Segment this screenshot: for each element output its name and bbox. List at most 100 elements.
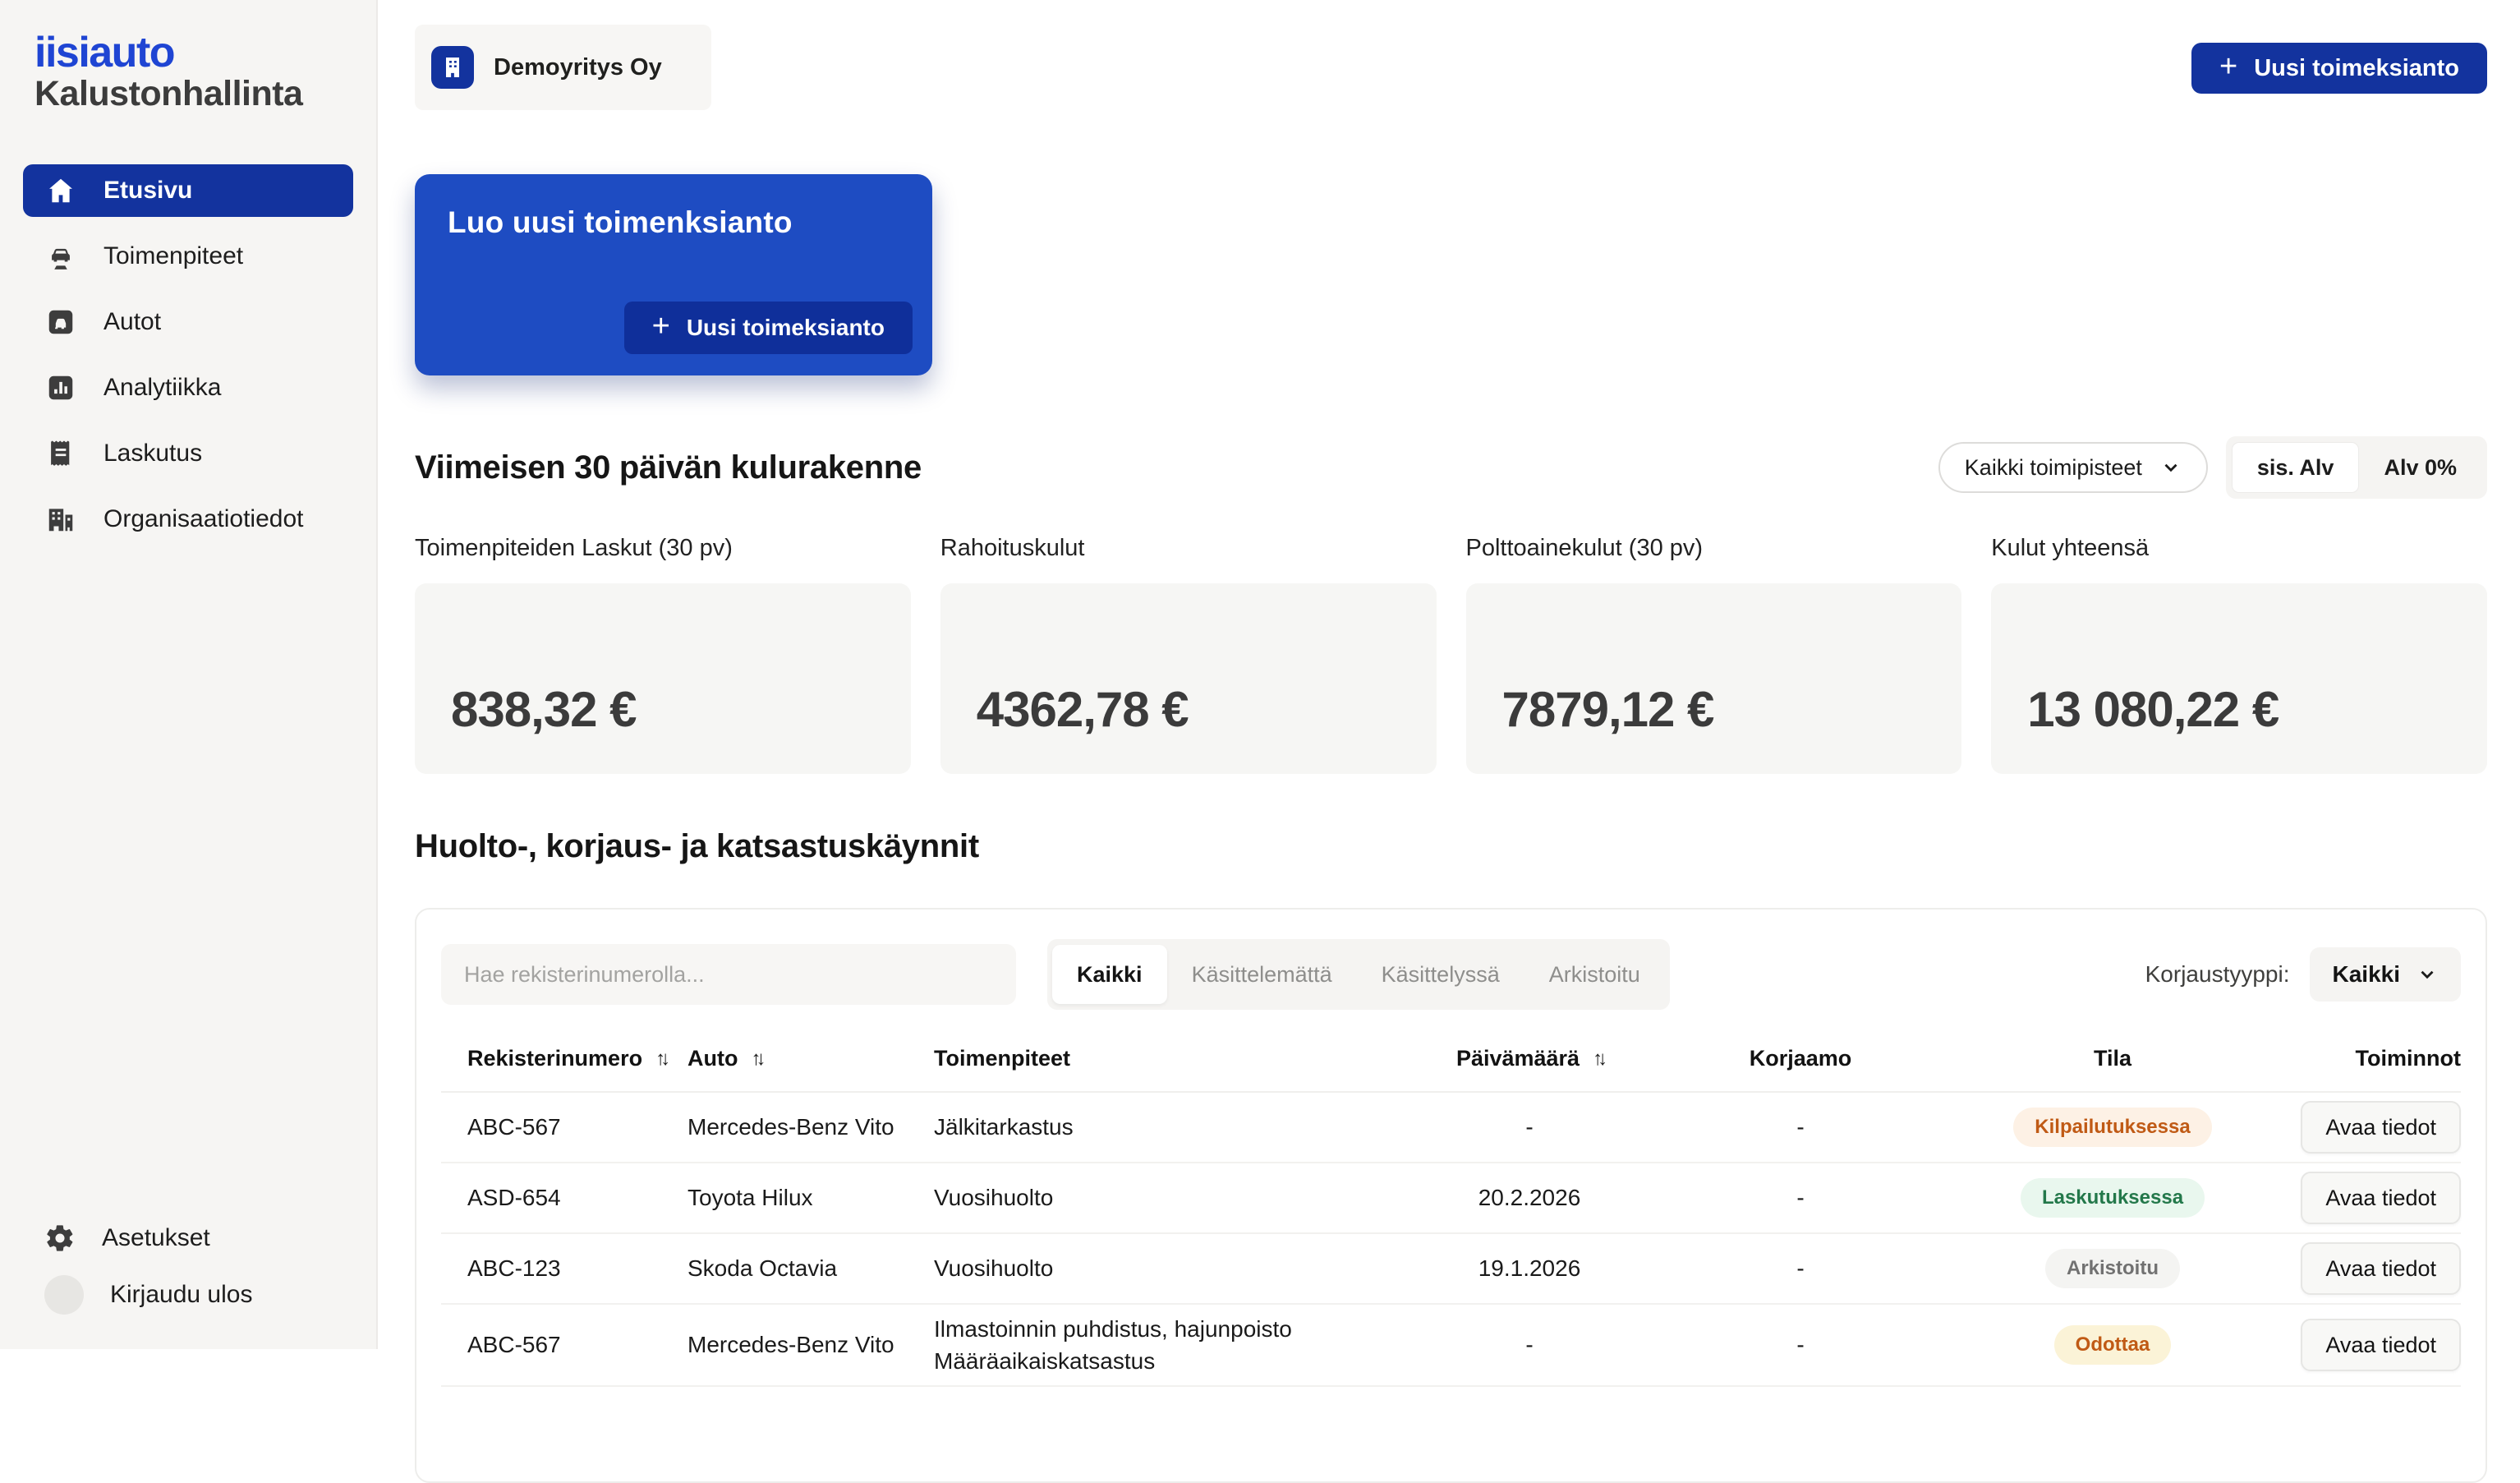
open-details-button[interactable]: Avaa tiedot [2301,1319,2461,1371]
plus-icon: + [652,311,670,342]
sidebar-item-label: Etusivu [103,177,192,205]
topbar: Demoyritys Oy + Uusi toimeksianto [415,25,2487,110]
open-details-button[interactable]: Avaa tiedot [2301,1242,2461,1295]
table-row: ABC-567 Mercedes-Benz Vito Ilmastoinnin … [441,1305,2461,1387]
sidebar-item-etusivu[interactable]: Etusivu [23,164,353,217]
status-badge: Arkistoitu [2045,1249,2180,1288]
company-selector[interactable]: Demoyritys Oy [415,25,711,110]
vat-option-sis-alv[interactable]: sis. Alv [2232,442,2360,493]
open-details-button[interactable]: Avaa tiedot [2301,1101,2461,1154]
status-badge: Laskutuksessa [2021,1178,2205,1218]
search-input[interactable] [441,944,1016,1005]
col-header-paivamaara[interactable]: Päivämäärä ↑↓ [1394,1046,1665,1071]
cell-auto: Mercedes-Benz Vito [687,1114,934,1140]
stat-rahoituskulut: Rahoituskulut 4362,78 € [940,535,1437,774]
sidebar-nav: Etusivu Toimenpiteet Autot Analytiikka L… [23,164,353,546]
vat-option-alv-0[interactable]: Alv 0% [2359,442,2481,493]
sort-icon[interactable]: ↑↓ [655,1048,665,1071]
company-building-icon [431,46,474,89]
promo-button-label: Uusi toimeksianto [687,315,885,341]
create-assignment-card: Luo uusi toimenksianto + Uusi toimeksian… [415,174,932,375]
tab-arkistoitu[interactable]: Arkistoitu [1524,945,1665,1004]
cell-toiminnot: Avaa tiedot [2289,1242,2461,1295]
status-badge: Kilpailutuksessa [2013,1108,2211,1147]
table-header-row: Rekisterinumero ↑↓ Auto ↑↓ Toimenpiteet … [441,1034,2461,1093]
open-details-button[interactable]: Avaa tiedot [2301,1172,2461,1224]
promo-new-assignment-button[interactable]: + Uusi toimeksianto [624,302,913,354]
sidebar-item-analytiikka[interactable]: Analytiikka [23,362,353,414]
sidebar-item-label: Analytiikka [103,374,221,402]
stat-card: 7879,12 € [1466,583,1962,774]
stat-title: Rahoituskulut [940,535,1437,562]
visits-controls: Kaikki Käsittelemättä Käsittelyssä Arkis… [441,939,2461,1010]
bar-chart-icon [44,371,77,404]
plus-icon: + [2219,51,2237,82]
col-header-korjaamo: Korjaamo [1665,1046,1936,1071]
sort-icon[interactable]: ↑↓ [1593,1048,1603,1071]
col-header-rekisterinumero[interactable]: Rekisterinumero ↑↓ [441,1046,687,1071]
sort-icon[interactable]: ↑↓ [751,1048,761,1071]
status-badge: Odottaa [2054,1325,2172,1365]
stat-card: 838,32 € [415,583,911,774]
sidebar-item-label: Laskutus [103,440,202,467]
sidebar-item-organisaatiotiedot[interactable]: Organisaatiotiedot [23,493,353,546]
sidebar-item-label: Organisaatiotiedot [103,505,304,533]
stat-card: 4362,78 € [940,583,1437,774]
cell-rekisterinumero: ABC-567 [441,1332,687,1358]
cell-korjaamo: - [1665,1332,1936,1358]
new-assignment-button[interactable]: + Uusi toimeksianto [2191,43,2487,94]
sidebar-item-autot[interactable]: Autot [23,296,353,348]
stat-value: 7879,12 € [1502,681,1714,738]
cell-toiminnot: Avaa tiedot [2289,1172,2461,1224]
cell-auto: Skoda Octavia [687,1255,934,1282]
office-filter-label: Kaikki toimipisteet [1965,455,2142,481]
col-header-tila: Tila [1936,1046,2289,1071]
cell-rekisterinumero: ASD-654 [441,1185,687,1211]
logout-button[interactable]: Kirjaudu ulos [23,1270,353,1320]
col-header-toiminnot: Toiminnot [2289,1046,2461,1071]
sidebar-item-label: Autot [103,308,161,336]
stat-kulut-yhteensa: Kulut yhteensä 13 080,22 € [1991,535,2487,774]
repair-type-dropdown[interactable]: Kaikki [2310,947,2462,1002]
settings-button[interactable]: Asetukset [23,1218,353,1259]
tab-kaikki[interactable]: Kaikki [1052,945,1167,1004]
cell-korjaamo: - [1665,1114,1936,1140]
stat-title: Kulut yhteensä [1991,535,2487,562]
tab-kasittelematta[interactable]: Käsittelemättä [1167,945,1357,1004]
tab-kasittelyssa[interactable]: Käsittelyssä [1357,945,1524,1004]
logo-brand-text: iisiauto [34,31,353,74]
col-header-toimenpiteet: Toimenpiteet [934,1046,1394,1071]
main-content: Demoyritys Oy + Uusi toimeksianto Luo uu… [378,0,2520,1349]
app-logo: iisiauto Kalustonhallinta [34,31,353,113]
stat-card: 13 080,22 € [1991,583,2487,774]
status-filter-tabs: Kaikki Käsittelemättä Käsittelyssä Arkis… [1047,939,1670,1010]
sidebar: iisiauto Kalustonhallinta Etusivu Toimen… [0,0,378,1349]
repair-type-label: Korjaustyyppi: [2145,961,2290,988]
home-icon [44,174,77,207]
chevron-down-icon [2160,457,2182,478]
cell-auto: Mercedes-Benz Vito [687,1332,934,1358]
cell-tila: Arkistoitu [1936,1249,2289,1288]
car-icon [44,306,77,339]
logout-label: Kirjaudu ulos [110,1281,252,1309]
sidebar-item-toimenpiteet[interactable]: Toimenpiteet [23,230,353,283]
table-row: ABC-123 Skoda Octavia Vuosihuolto 19.1.2… [441,1234,2461,1305]
stat-toimenpiteiden-laskut: Toimenpiteiden Laskut (30 pv) 838,32 € [415,535,911,774]
cell-toimenpiteet: Ilmastoinnin puhdistus, hajunpoisto Määr… [934,1313,1394,1377]
cell-rekisterinumero: ABC-567 [441,1114,687,1140]
promo-title: Luo uusi toimenksianto [448,205,899,240]
sidebar-footer: Asetukset Kirjaudu ulos [23,1218,353,1320]
stat-value: 4362,78 € [977,681,1189,738]
office-filter-dropdown[interactable]: Kaikki toimipisteet [1938,442,2208,493]
sidebar-item-laskutus[interactable]: Laskutus [23,427,353,480]
sidebar-item-label: Toimenpiteet [103,242,243,270]
table-row: ABC-567 Mercedes-Benz Vito Jälkitarkastu… [441,1093,2461,1163]
col-header-auto[interactable]: Auto ↑↓ [687,1046,934,1071]
cell-paivamaara: - [1394,1114,1665,1140]
avatar [44,1275,84,1315]
cell-tila: Kilpailutuksessa [1936,1108,2289,1147]
table-row: ASD-654 Toyota Hilux Vuosihuolto 20.2.20… [441,1163,2461,1234]
chevron-down-icon [2417,964,2438,985]
cell-paivamaara: - [1394,1332,1665,1358]
cell-tila: Odottaa [1936,1325,2289,1365]
